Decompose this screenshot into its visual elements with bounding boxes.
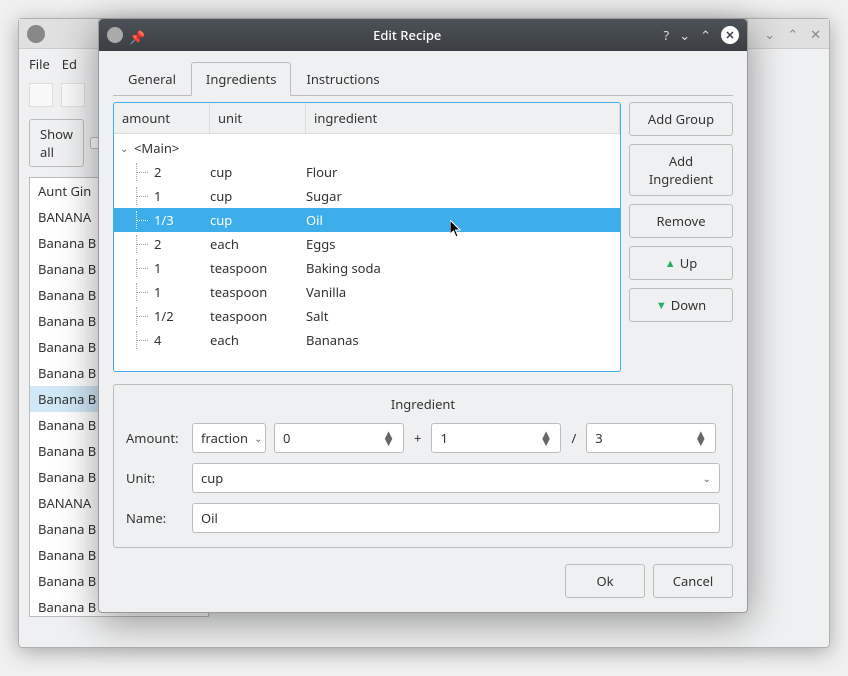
minimize-icon[interactable]: ⌄: [764, 25, 775, 43]
ingredient-row[interactable]: 2cupFlour: [114, 160, 620, 184]
amount-label: Amount:: [126, 429, 184, 447]
unit-value: cup: [201, 469, 223, 487]
ingredient-row[interactable]: 1teaspoonVanilla: [114, 280, 620, 304]
dialog-minimize-icon[interactable]: ⌄: [679, 26, 690, 44]
numerator-spinbox[interactable]: 1 ▲▼: [431, 423, 561, 453]
name-label: Name:: [126, 509, 184, 527]
numerator-value: 1: [440, 429, 447, 447]
unit-select[interactable]: cup ⌄: [192, 463, 720, 493]
menu-edit[interactable]: Ed: [62, 55, 77, 73]
add-group-button[interactable]: Add Group: [629, 102, 733, 136]
unit-label: Unit:: [126, 469, 184, 487]
up-label: Up: [680, 254, 698, 272]
up-button[interactable]: ▲ Up: [629, 246, 733, 280]
name-value: Oil: [201, 509, 218, 527]
tab-general[interactable]: General: [113, 62, 191, 96]
column-unit[interactable]: unit: [210, 103, 306, 133]
maximize-icon[interactable]: ⌃: [787, 25, 798, 43]
ok-button[interactable]: Ok: [565, 564, 645, 598]
slash-sign: /: [569, 429, 578, 447]
spin-arrows-icon[interactable]: ▲▼: [540, 431, 553, 445]
ingredient-row[interactable]: 1cupSugar: [114, 184, 620, 208]
column-amount[interactable]: amount: [114, 103, 210, 133]
name-input[interactable]: Oil: [192, 503, 720, 533]
ingredients-table[interactable]: amount unit ingredient ⌄<Main>2cupFlour1…: [113, 102, 621, 372]
show-all-button[interactable]: Show all: [29, 119, 84, 167]
whole-value: 0: [283, 429, 290, 447]
amount-mode-value: fraction: [201, 429, 248, 447]
tab-instructions[interactable]: Instructions: [291, 62, 394, 96]
add-ingredient-button[interactable]: Add Ingredient: [629, 144, 733, 196]
close-icon[interactable]: ✕: [810, 25, 821, 43]
dialog-maximize-icon[interactable]: ⌃: [700, 26, 711, 44]
panel-title: Ingredient: [126, 395, 720, 413]
cancel-button[interactable]: Cancel: [653, 564, 733, 598]
toolbar-icon-1[interactable]: [29, 83, 53, 107]
amount-mode-select[interactable]: fraction ⌄: [192, 423, 266, 453]
table-header: amount unit ingredient: [114, 103, 620, 134]
dialog-icon: [107, 27, 123, 43]
help-icon[interactable]: ?: [664, 26, 670, 44]
plus-sign: +: [412, 429, 423, 447]
menu-file[interactable]: File: [29, 55, 50, 73]
arrow-down-icon: ▼: [656, 298, 667, 313]
dialog-title: Edit Recipe: [151, 26, 664, 44]
dialog-close-button[interactable]: ✕: [721, 26, 739, 44]
ingredient-panel: Ingredient Amount: fraction ⌄ 0 ▲▼ + 1 ▲…: [113, 384, 733, 548]
chevron-down-icon: ⌄: [703, 471, 711, 485]
spin-arrows-icon[interactable]: ▲▼: [382, 431, 395, 445]
ingredient-row[interactable]: 1teaspoonBaking soda: [114, 256, 620, 280]
ingredient-row[interactable]: 1/2teaspoonSalt: [114, 304, 620, 328]
ingredient-row[interactable]: 1/3cupOil: [114, 208, 620, 232]
group-name: <Main>: [134, 139, 179, 157]
group-row[interactable]: ⌄<Main>: [114, 136, 620, 160]
side-buttons: Add Group Add Ingredient Remove ▲ Up ▼ D…: [629, 102, 733, 372]
denominator-value: 3: [595, 429, 602, 447]
spin-arrows-icon[interactable]: ▲▼: [694, 431, 707, 445]
dialog-titlebar[interactable]: 📌 Edit Recipe ? ⌄ ⌃ ✕: [99, 19, 747, 51]
edit-recipe-dialog: 📌 Edit Recipe ? ⌄ ⌃ ✕ General Ingredient…: [98, 18, 748, 613]
chevron-down-icon: ⌄: [254, 431, 262, 445]
down-label: Down: [671, 296, 706, 314]
tab-ingredients[interactable]: Ingredients: [191, 62, 292, 96]
ingredient-row[interactable]: 4eachBananas: [114, 328, 620, 352]
whole-spinbox[interactable]: 0 ▲▼: [274, 423, 404, 453]
denominator-spinbox[interactable]: 3 ▲▼: [586, 423, 716, 453]
chevron-down-icon: ⌄: [120, 141, 132, 155]
app-icon: [27, 25, 45, 43]
toolbar-icon-2[interactable]: [61, 83, 85, 107]
down-button[interactable]: ▼ Down: [629, 288, 733, 322]
arrow-up-icon: ▲: [665, 256, 676, 271]
remove-button[interactable]: Remove: [629, 204, 733, 238]
ingredient-row[interactable]: 2eachEggs: [114, 232, 620, 256]
tab-bar: General Ingredients Instructions: [113, 61, 733, 96]
column-ingredient[interactable]: ingredient: [306, 103, 620, 133]
pin-icon[interactable]: 📌: [129, 28, 143, 42]
